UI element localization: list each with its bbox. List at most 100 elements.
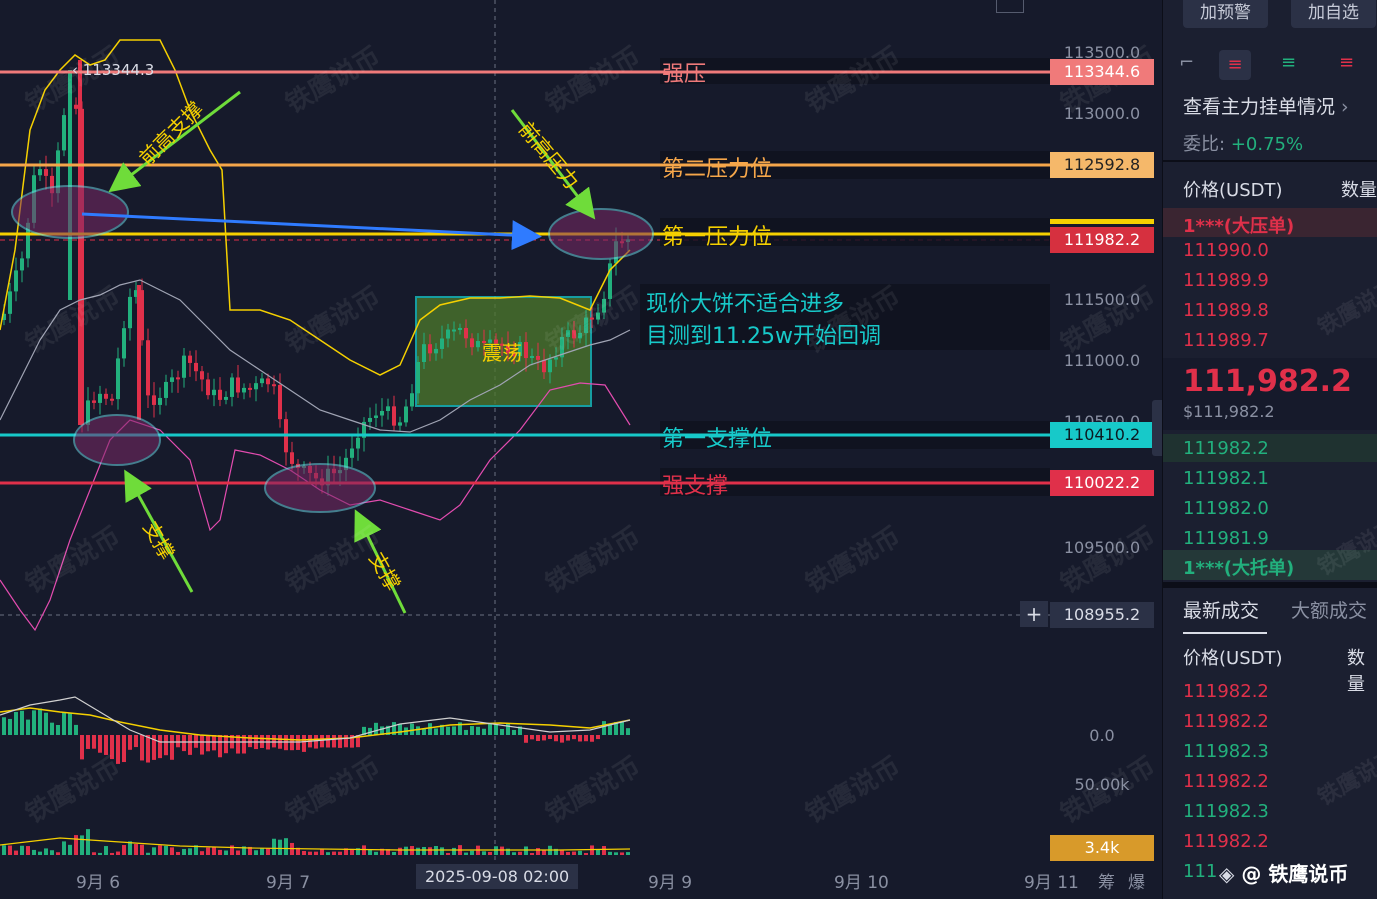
candle [122, 328, 126, 359]
tag-strong-resist: 113344.6 [1050, 59, 1154, 85]
ask-row[interactable]: 111989.9 [1183, 270, 1269, 291]
candle [8, 291, 12, 314]
bid-row[interactable]: 111982.0 [1183, 498, 1269, 519]
ask-row[interactable]: 111990.0 [1183, 240, 1269, 261]
ask-row[interactable]: 111989.8 [1183, 300, 1269, 321]
volume-bar [230, 845, 234, 855]
x-tick: 9月 10 [834, 873, 889, 893]
price-chart[interactable]: 铁鹰说币 铁鹰说币 铁鹰说币 铁鹰说币 铁鹰说币 铁鹰说币 铁鹰说币 铁鹰说币 … [0, 0, 1162, 899]
volume-bar [284, 838, 288, 855]
macd-bar [218, 735, 222, 758]
volume-bar [116, 851, 120, 855]
macd-bar [374, 722, 378, 735]
macd-bar [578, 735, 582, 742]
liquidation-button[interactable]: 爆 [1128, 868, 1145, 893]
volume-bar [20, 845, 24, 855]
macd-bar [134, 735, 138, 748]
candle [164, 381, 168, 398]
candle [578, 332, 582, 339]
macd-bar [602, 721, 606, 735]
volume-bar [200, 851, 204, 855]
macd-bar [590, 735, 594, 742]
macd-bar [92, 735, 96, 749]
candle [128, 296, 132, 329]
high-marker: ‹ 113344.3 [72, 61, 155, 79]
chip-button[interactable]: 筹 [1098, 868, 1115, 893]
candle [78, 60, 82, 425]
label-second-resist: 第二压力位 [662, 157, 773, 182]
big-bid-order[interactable]: 1***(大托单) [1183, 554, 1294, 580]
big-ask-order[interactable]: 1***(大压单) [1183, 212, 1294, 238]
layout-depth-icon[interactable]: ≡ [1339, 52, 1354, 73]
macd-bar [302, 735, 306, 752]
volume-bar [50, 850, 54, 855]
candle [242, 387, 246, 393]
tab-latest-trades[interactable]: 最新成交 [1183, 596, 1259, 623]
volume-bar [68, 844, 72, 855]
macd-bar [62, 712, 66, 735]
zone-ellipse [264, 463, 376, 513]
volume-tag: 3.4k [1050, 835, 1154, 861]
macd-bar [536, 735, 540, 741]
candle [554, 357, 558, 360]
candle [548, 359, 552, 373]
zone-ellipse [548, 208, 654, 260]
volume-bar [320, 849, 324, 855]
macd-bar [116, 735, 120, 764]
volume-bar [446, 852, 450, 855]
volume-bar [440, 847, 444, 855]
macd-bar [428, 723, 432, 735]
candle [434, 348, 438, 354]
volume-bar [524, 846, 528, 855]
volume-bar [500, 846, 504, 855]
volume-bar [470, 850, 474, 855]
candle [536, 355, 540, 360]
ask-row[interactable]: 111989.7 [1183, 330, 1269, 351]
volume-bar [122, 845, 126, 855]
fullscreen-icon[interactable] [996, 0, 1024, 13]
zone-ellipse [73, 414, 161, 466]
layout-bid-icon[interactable]: ≡ [1281, 52, 1296, 73]
candle [476, 341, 480, 348]
candle [158, 397, 162, 405]
macd-bar [560, 735, 564, 743]
macd-bar [530, 735, 534, 740]
tag-strong-support: 110022.2 [1050, 470, 1154, 496]
volume-bar [560, 850, 564, 855]
candle [146, 340, 150, 396]
macd-bar [620, 721, 624, 735]
macd-bar [566, 735, 570, 741]
layout-both-icon[interactable]: ⌐ [1179, 52, 1209, 82]
candle [572, 330, 576, 339]
volume-bar [206, 847, 210, 855]
macd-bar [32, 710, 36, 735]
macd-bar [170, 735, 174, 760]
volume-bar [452, 847, 456, 855]
layout-ask-icon[interactable]: ≡ [1219, 50, 1251, 80]
volume-bar [620, 852, 624, 855]
collapse-panel-handle[interactable] [1152, 400, 1162, 456]
add-line-icon[interactable]: + [1020, 601, 1048, 627]
volume-bar [602, 846, 606, 855]
add-watchlist-button[interactable]: 加自选 [1291, 0, 1376, 28]
candle [62, 115, 66, 151]
macd-bar [338, 735, 342, 748]
tab-large-trades[interactable]: 大额成交 [1291, 596, 1367, 623]
volume-bar [188, 848, 192, 855]
bid-row[interactable]: 111981.9 [1183, 528, 1269, 549]
macd-bar [26, 719, 30, 735]
bid-row[interactable]: 111982.1 [1183, 468, 1269, 489]
candle [410, 393, 414, 407]
tag-second-resist: 112592.8 [1050, 152, 1154, 178]
orders-link[interactable]: 查看主力挂单情况 › [1183, 92, 1349, 119]
x-tick: 9月 9 [648, 873, 693, 893]
volume-bar [98, 852, 102, 855]
bid-row[interactable]: 111982.2 [1183, 438, 1269, 459]
volume-bar [416, 847, 420, 855]
macd-bar [470, 726, 474, 735]
volume-bar [614, 852, 618, 855]
candle [524, 342, 528, 359]
add-alert-button[interactable]: 加预警 [1183, 0, 1268, 28]
y-tick: 109500.0 [1063, 538, 1141, 557]
candle [137, 285, 141, 420]
